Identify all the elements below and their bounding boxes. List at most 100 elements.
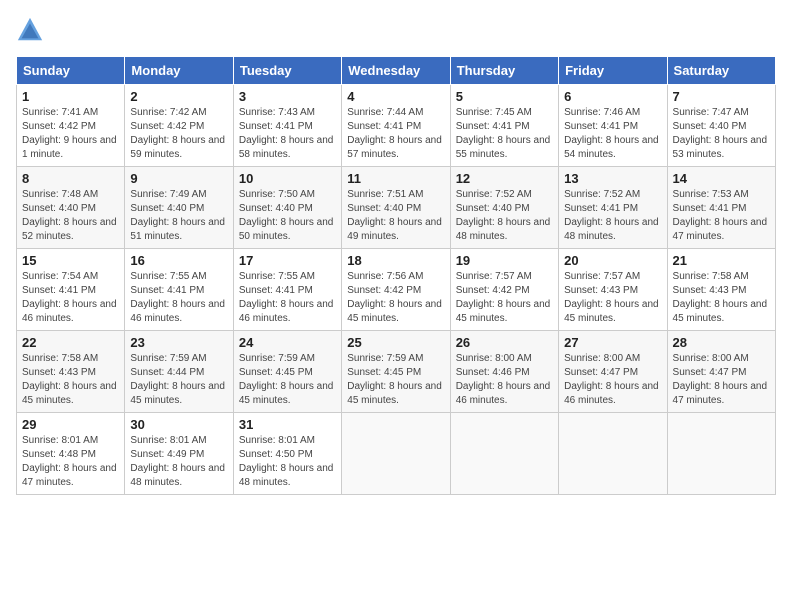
calendar-cell: 15 Sunrise: 7:54 AMSunset: 4:41 PMDayligh… xyxy=(17,249,125,331)
day-info: Sunrise: 8:01 AMSunset: 4:50 PMDaylight:… xyxy=(239,434,336,490)
calendar-table: SundayMondayTuesdayWednesdayThursdayFrid… xyxy=(16,56,776,495)
day-info: Sunrise: 8:00 AMSunset: 4:47 PMDaylight:… xyxy=(564,352,661,408)
calendar-week-3: 15 Sunrise: 7:54 AMSunset: 4:41 PMDayligh… xyxy=(17,249,776,331)
day-info: Sunrise: 7:54 AMSunset: 4:41 PMDaylight:… xyxy=(22,270,119,326)
day-number: 28 xyxy=(673,335,770,350)
day-info: Sunrise: 7:52 AMSunset: 4:40 PMDaylight:… xyxy=(456,188,553,244)
day-info: Sunrise: 7:48 AMSunset: 4:40 PMDaylight:… xyxy=(22,188,119,244)
calendar-cell xyxy=(342,413,450,495)
page-header xyxy=(16,16,776,44)
day-number: 19 xyxy=(456,253,553,268)
day-number: 24 xyxy=(239,335,336,350)
day-number: 3 xyxy=(239,89,336,104)
day-info: Sunrise: 7:55 AMSunset: 4:41 PMDaylight:… xyxy=(239,270,336,326)
day-number: 9 xyxy=(130,171,227,186)
day-number: 21 xyxy=(673,253,770,268)
calendar-cell: 20Sunrise: 7:57 AMSunset: 4:43 PMDayligh… xyxy=(559,249,667,331)
day-number: 11 xyxy=(347,171,444,186)
logo xyxy=(16,16,46,44)
day-info: Sunrise: 7:41 AMSunset: 4:42 PMDaylight:… xyxy=(22,106,119,162)
day-info: Sunrise: 7:58 AMSunset: 4:43 PMDaylight:… xyxy=(673,270,770,326)
calendar-cell: 29 Sunrise: 8:01 AMSunset: 4:48 PMDayligh… xyxy=(17,413,125,495)
day-number: 18 xyxy=(347,253,444,268)
calendar-week-4: 22 Sunrise: 7:58 AMSunset: 4:43 PMDayligh… xyxy=(17,331,776,413)
day-info: Sunrise: 7:49 AMSunset: 4:40 PMDaylight:… xyxy=(130,188,227,244)
day-number: 12 xyxy=(456,171,553,186)
calendar-cell: 21 Sunrise: 7:58 AMSunset: 4:43 PMDayligh… xyxy=(667,249,775,331)
day-info: Sunrise: 7:52 AMSunset: 4:41 PMDaylight:… xyxy=(564,188,661,244)
day-number: 22 xyxy=(22,335,119,350)
calendar-cell: 18 Sunrise: 7:56 AMSunset: 4:42 PMDayligh… xyxy=(342,249,450,331)
day-number: 4 xyxy=(347,89,444,104)
calendar-cell: 4Sunrise: 7:44 AMSunset: 4:41 PMDaylight… xyxy=(342,85,450,167)
day-info: Sunrise: 8:00 AMSunset: 4:46 PMDaylight:… xyxy=(456,352,553,408)
col-header-wednesday: Wednesday xyxy=(342,57,450,85)
day-info: Sunrise: 7:58 AMSunset: 4:43 PMDaylight:… xyxy=(22,352,119,408)
calendar-cell: 27 Sunrise: 8:00 AMSunset: 4:47 PMDayligh… xyxy=(559,331,667,413)
calendar-cell xyxy=(667,413,775,495)
day-info: Sunrise: 7:56 AMSunset: 4:42 PMDaylight:… xyxy=(347,270,444,326)
day-number: 27 xyxy=(564,335,661,350)
col-header-thursday: Thursday xyxy=(450,57,558,85)
calendar-cell: 1Sunrise: 7:41 AMSunset: 4:42 PMDaylight… xyxy=(17,85,125,167)
col-header-sunday: Sunday xyxy=(17,57,125,85)
day-number: 30 xyxy=(130,417,227,432)
day-info: Sunrise: 7:59 AMSunset: 4:45 PMDaylight:… xyxy=(347,352,444,408)
day-number: 26 xyxy=(456,335,553,350)
calendar-header-row: SundayMondayTuesdayWednesdayThursdayFrid… xyxy=(17,57,776,85)
calendar-cell: 31 Sunrise: 8:01 AMSunset: 4:50 PMDayligh… xyxy=(233,413,341,495)
calendar-cell: 16 Sunrise: 7:55 AMSunset: 4:41 PMDayligh… xyxy=(125,249,233,331)
day-number: 17 xyxy=(239,253,336,268)
day-number: 10 xyxy=(239,171,336,186)
day-number: 25 xyxy=(347,335,444,350)
day-number: 5 xyxy=(456,89,553,104)
day-info: Sunrise: 7:47 AMSunset: 4:40 PMDaylight:… xyxy=(673,106,770,162)
day-info: Sunrise: 8:01 AMSunset: 4:49 PMDaylight:… xyxy=(130,434,227,490)
calendar-cell: 12 Sunrise: 7:52 AMSunset: 4:40 PMDayligh… xyxy=(450,167,558,249)
calendar-cell: 8Sunrise: 7:48 AMSunset: 4:40 PMDaylight… xyxy=(17,167,125,249)
calendar-week-2: 8Sunrise: 7:48 AMSunset: 4:40 PMDaylight… xyxy=(17,167,776,249)
calendar-cell: 7 Sunrise: 7:47 AMSunset: 4:40 PMDaylight… xyxy=(667,85,775,167)
calendar-cell: 9 Sunrise: 7:49 AMSunset: 4:40 PMDaylight… xyxy=(125,167,233,249)
calendar-week-5: 29 Sunrise: 8:01 AMSunset: 4:48 PMDayligh… xyxy=(17,413,776,495)
calendar-cell: 10 Sunrise: 7:50 AMSunset: 4:40 PMDayligh… xyxy=(233,167,341,249)
calendar-cell xyxy=(450,413,558,495)
day-number: 23 xyxy=(130,335,227,350)
day-info: Sunrise: 7:50 AMSunset: 4:40 PMDaylight:… xyxy=(239,188,336,244)
calendar-cell: 24 Sunrise: 7:59 AMSunset: 4:45 PMDayligh… xyxy=(233,331,341,413)
calendar-week-1: 1Sunrise: 7:41 AMSunset: 4:42 PMDaylight… xyxy=(17,85,776,167)
day-info: Sunrise: 7:59 AMSunset: 4:45 PMDaylight:… xyxy=(239,352,336,408)
day-number: 16 xyxy=(130,253,227,268)
calendar-cell: 17 Sunrise: 7:55 AMSunset: 4:41 PMDayligh… xyxy=(233,249,341,331)
day-info: Sunrise: 7:55 AMSunset: 4:41 PMDaylight:… xyxy=(130,270,227,326)
calendar-cell: 6 Sunrise: 7:46 AMSunset: 4:41 PMDaylight… xyxy=(559,85,667,167)
day-info: Sunrise: 7:51 AMSunset: 4:40 PMDaylight:… xyxy=(347,188,444,244)
day-info: Sunrise: 7:43 AMSunset: 4:41 PMDaylight:… xyxy=(239,106,336,162)
col-header-monday: Monday xyxy=(125,57,233,85)
day-info: Sunrise: 8:00 AMSunset: 4:47 PMDaylight:… xyxy=(673,352,770,408)
day-number: 13 xyxy=(564,171,661,186)
calendar-cell xyxy=(559,413,667,495)
calendar-cell: 2Sunrise: 7:42 AMSunset: 4:42 PMDaylight… xyxy=(125,85,233,167)
day-number: 6 xyxy=(564,89,661,104)
calendar-cell: 3 Sunrise: 7:43 AMSunset: 4:41 PMDaylight… xyxy=(233,85,341,167)
col-header-friday: Friday xyxy=(559,57,667,85)
day-number: 7 xyxy=(673,89,770,104)
calendar-cell: 23 Sunrise: 7:59 AMSunset: 4:44 PMDayligh… xyxy=(125,331,233,413)
calendar-cell: 30 Sunrise: 8:01 AMSunset: 4:49 PMDayligh… xyxy=(125,413,233,495)
calendar-cell: 25 Sunrise: 7:59 AMSunset: 4:45 PMDayligh… xyxy=(342,331,450,413)
col-header-tuesday: Tuesday xyxy=(233,57,341,85)
day-number: 14 xyxy=(673,171,770,186)
day-number: 29 xyxy=(22,417,119,432)
day-number: 31 xyxy=(239,417,336,432)
day-info: Sunrise: 7:46 AMSunset: 4:41 PMDaylight:… xyxy=(564,106,661,162)
day-info: Sunrise: 7:53 AMSunset: 4:41 PMDaylight:… xyxy=(673,188,770,244)
day-info: Sunrise: 7:57 AMSunset: 4:42 PMDaylight:… xyxy=(456,270,553,326)
calendar-cell: 5 Sunrise: 7:45 AMSunset: 4:41 PMDaylight… xyxy=(450,85,558,167)
day-info: Sunrise: 7:45 AMSunset: 4:41 PMDaylight:… xyxy=(456,106,553,162)
day-info: Sunrise: 7:59 AMSunset: 4:44 PMDaylight:… xyxy=(130,352,227,408)
day-info: Sunrise: 8:01 AMSunset: 4:48 PMDaylight:… xyxy=(22,434,119,490)
calendar-cell: 19 Sunrise: 7:57 AMSunset: 4:42 PMDayligh… xyxy=(450,249,558,331)
day-number: 15 xyxy=(22,253,119,268)
day-number: 20 xyxy=(564,253,661,268)
